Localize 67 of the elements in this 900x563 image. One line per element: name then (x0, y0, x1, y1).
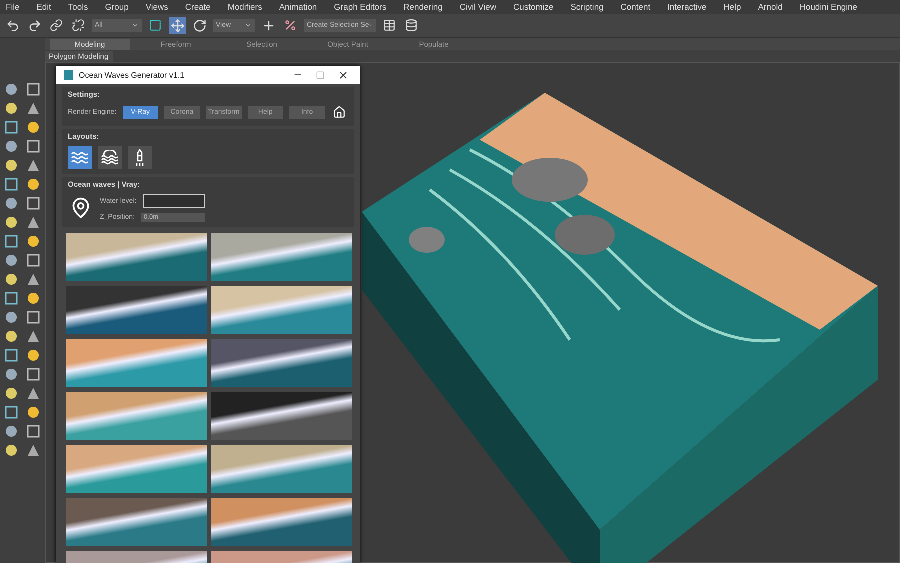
menu-item[interactable]: Customize (514, 2, 554, 12)
sphere-icon[interactable] (4, 311, 18, 324)
menu-item[interactable]: Graph Editors (334, 2, 387, 12)
menu-item[interactable]: Tools (68, 2, 88, 12)
box-icon[interactable] (26, 311, 40, 324)
menu-item[interactable]: Edit (36, 2, 52, 12)
box-icon[interactable] (26, 368, 40, 381)
cone-icon[interactable] (26, 387, 40, 400)
rotate-icon[interactable] (191, 17, 208, 34)
caret-icon (132, 22, 139, 29)
box-icon[interactable] (26, 425, 40, 438)
layout-button[interactable] (128, 146, 152, 169)
buoy-icon (135, 148, 145, 166)
caret-icon (245, 22, 252, 29)
menu-item[interactable]: File (6, 2, 20, 12)
cone-icon[interactable] (26, 159, 40, 172)
cone-icon[interactable] (26, 216, 40, 229)
sphere-icon[interactable] (4, 83, 18, 96)
waves-icon (71, 150, 89, 164)
select-rectangle-icon[interactable] (147, 17, 164, 34)
menu-item[interactable]: Interactive (668, 2, 707, 12)
menu-item[interactable]: Civil View (460, 2, 497, 12)
app-logo-icon (64, 70, 73, 80)
sun-icon[interactable] (26, 178, 40, 191)
cone-icon[interactable] (26, 102, 40, 115)
link-icon[interactable] (48, 17, 65, 34)
menu-item[interactable]: Group (105, 2, 129, 12)
sphere-icon[interactable] (4, 197, 18, 210)
sphere-icon[interactable] (4, 140, 18, 153)
menu-item[interactable]: Rendering (404, 2, 443, 12)
sun-icon[interactable] (26, 292, 40, 305)
sea-waves-icon (101, 150, 119, 166)
menu-item[interactable]: Modifiers (228, 2, 262, 12)
photo-placeholder[interactable] (66, 286, 207, 334)
cone-icon[interactable] (26, 330, 40, 343)
sphere-icon[interactable] (4, 425, 18, 438)
box-icon[interactable] (26, 83, 40, 96)
photo-placeholder[interactable] (211, 498, 352, 546)
sun-icon[interactable] (26, 406, 40, 419)
menu-item[interactable]: Scripting (570, 2, 604, 12)
box-icon[interactable] (26, 197, 40, 210)
water-level-field[interactable] (142, 194, 205, 208)
photo-placeholder[interactable] (211, 339, 352, 387)
cone-icon[interactable] (26, 273, 40, 286)
sphere-icon[interactable] (4, 254, 18, 267)
menu-item[interactable]: Animation (279, 2, 318, 12)
photo-placeholder[interactable] (211, 392, 352, 440)
layout-button[interactable] (98, 146, 122, 169)
menu-item[interactable]: Houdini Engine (800, 2, 858, 12)
menu-item[interactable]: Content (620, 2, 651, 12)
sun-icon[interactable] (26, 235, 40, 248)
sun-icon[interactable] (26, 121, 40, 134)
database-icon[interactable] (403, 17, 420, 34)
layout-button[interactable] (68, 146, 92, 169)
table-icon[interactable] (381, 17, 398, 34)
window-title: Ocean Waves Generator v1.1 (79, 70, 186, 80)
menu-item[interactable]: Views (146, 2, 168, 12)
unlink-icon[interactable] (70, 17, 87, 34)
move-icon[interactable] (169, 17, 186, 34)
sun-icon[interactable] (26, 349, 40, 362)
box-icon[interactable] (26, 254, 40, 267)
menu-item[interactable]: Create (185, 2, 211, 12)
menu-item[interactable]: Help (724, 2, 742, 12)
menu-item[interactable]: Arnold (758, 2, 783, 12)
cone-icon[interactable] (26, 444, 40, 457)
sphere-icon[interactable] (4, 368, 18, 381)
box-icon[interactable] (26, 140, 40, 153)
